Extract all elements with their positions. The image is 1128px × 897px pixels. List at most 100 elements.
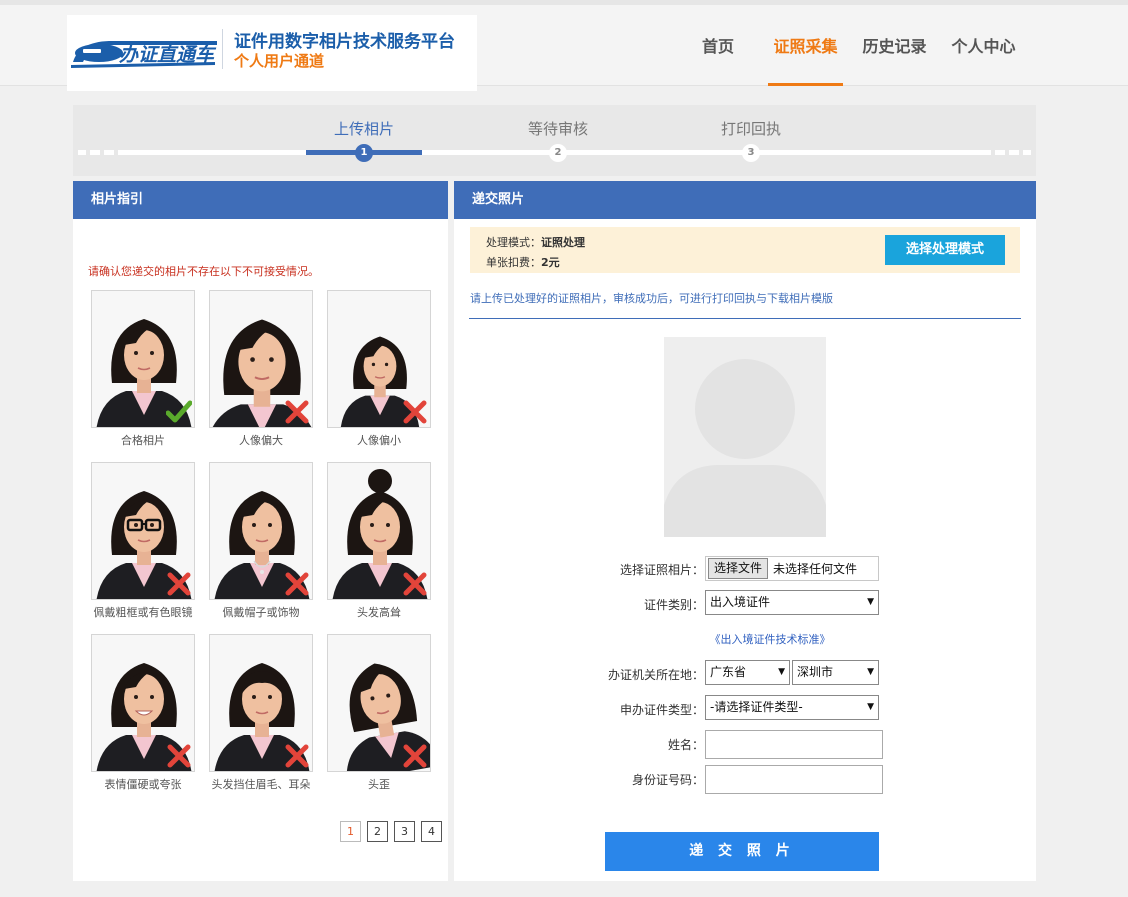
doc-type-select[interactable]: 出入境证件 ▼	[705, 590, 879, 615]
photo-preview	[664, 337, 826, 537]
chevron-down-icon: ▼	[867, 702, 874, 712]
guide-photo-card: 佩戴粗框或有色眼镜	[91, 462, 209, 622]
apply-type-label: 申办证件类型：	[619, 703, 704, 717]
submit-photo-panel: 递交照片 处理模式：证照处理 单张扣费：2元 选择处理模式 请上传已处理好的证照…	[454, 181, 1036, 881]
guide-photo-card: 佩戴帽子或饰物	[209, 462, 327, 622]
guide-photo-card: 头发挡住眉毛、耳朵	[209, 634, 327, 794]
photo-caption: 合格相片	[121, 434, 165, 447]
photo-caption: 佩戴粗框或有色眼镜	[93, 606, 193, 619]
guide-note: 请确认您递交的相片不存在以下不可接受情况。	[88, 265, 319, 278]
nav-history[interactable]: 历史记录	[857, 5, 932, 85]
guide-photo-card: 合格相片	[91, 290, 209, 450]
file-status: 未选择任何文件	[773, 562, 858, 576]
photo-file-input[interactable]: 选择文件 未选择任何文件	[705, 556, 879, 581]
step-label-review: 等待审核	[527, 120, 588, 138]
doc-type-label: 证件类别：	[643, 598, 704, 612]
cross-icon	[402, 743, 428, 769]
nav-label: 首页	[701, 37, 734, 56]
guide-photo	[327, 290, 431, 428]
guide-photo	[91, 290, 195, 428]
track-dash	[90, 150, 100, 155]
chevron-down-icon: ▼	[867, 597, 874, 607]
select-value: 出入境证件	[710, 595, 771, 609]
nav-home[interactable]: 首页	[689, 5, 747, 85]
progress-steps: 上传相片 等待审核 打印回执 1 2 3	[73, 105, 1036, 176]
track-dash	[1023, 150, 1031, 155]
mode-line: 处理模式：证照处理	[486, 234, 585, 250]
guide-photo	[91, 634, 195, 772]
nav-label: 历史记录	[862, 37, 927, 56]
fee-line: 单张扣费：2元	[486, 254, 560, 270]
select-value: 深圳市	[797, 665, 834, 679]
cross-icon	[284, 571, 310, 597]
step-number: 2	[549, 144, 567, 162]
page-button[interactable]: 4	[421, 821, 442, 842]
fee-value: 2元	[541, 256, 560, 269]
nav-personal-center[interactable]: 个人中心	[946, 5, 1021, 85]
step-number: 1	[355, 144, 373, 162]
track-dash	[104, 150, 114, 155]
brand-divider	[222, 29, 223, 69]
nav-label: 证照采集	[773, 37, 838, 56]
track-dash	[995, 150, 1005, 155]
choose-file-button[interactable]: 选择文件	[708, 558, 769, 579]
cross-icon	[166, 571, 192, 597]
name-input[interactable]	[705, 730, 883, 759]
city-select[interactable]: 深圳市 ▼	[792, 660, 879, 685]
cross-icon	[284, 743, 310, 769]
photo-caption: 人像偏小	[357, 434, 401, 447]
guide-photo	[209, 634, 313, 772]
select-value: -请选择证件类型-	[710, 700, 803, 714]
page-button[interactable]: 2	[367, 821, 388, 842]
check-icon	[166, 399, 192, 425]
chevron-down-icon: ▼	[867, 667, 874, 677]
fee-label: 单张扣费：	[486, 256, 541, 269]
guide-photo	[327, 634, 431, 772]
mode-label: 处理模式：	[486, 236, 541, 249]
guide-photo-card: 头发高耸	[327, 462, 445, 622]
divider	[469, 318, 1021, 319]
photo-caption: 佩戴帽子或饰物	[222, 606, 300, 619]
nav-label: 个人中心	[951, 37, 1016, 56]
logo[interactable]: 办证直通车	[69, 32, 219, 70]
photo-file-label: 选择证照相片：	[619, 563, 704, 577]
select-value: 广东省	[710, 665, 747, 679]
step-label-upload: 上传相片	[333, 120, 394, 138]
photo-caption: 头歪	[368, 778, 390, 791]
guide-photo	[91, 462, 195, 600]
track-dash	[78, 150, 86, 155]
photo-caption: 人像偏大	[239, 434, 283, 447]
step-label-print: 打印回执	[720, 120, 781, 138]
site-title: 证件用数字相片技术服务平台	[234, 32, 455, 52]
select-mode-button[interactable]: 选择处理模式	[885, 235, 1005, 265]
photo-caption: 头发高耸	[357, 606, 401, 619]
logo-text: 办证直通车	[119, 44, 217, 66]
page-button[interactable]: 1	[340, 821, 361, 842]
pagination: 1 2 3 4	[340, 821, 442, 842]
guide-photo-card: 表情僵硬或夸张	[91, 634, 209, 794]
cross-icon	[402, 399, 428, 425]
guide-photo-card: 人像偏小	[327, 290, 445, 450]
standard-link[interactable]: 《出入境证件技术标准》	[705, 631, 835, 647]
header: 办证直通车 证件用数字相片技术服务平台 个人用户通道 首页 证照采集 历史记录 …	[0, 0, 1128, 91]
name-label: 姓名：	[667, 738, 704, 752]
chevron-down-icon: ▼	[778, 667, 785, 677]
brand: 办证直通车 证件用数字相片技术服务平台 个人用户通道	[67, 15, 477, 91]
province-select[interactable]: 广东省 ▼	[705, 660, 790, 685]
panel-heading: 相片指引	[73, 181, 448, 219]
nav-photo-collection[interactable]: 证照采集	[768, 5, 843, 86]
cross-icon	[284, 399, 310, 425]
guide-photo	[327, 462, 431, 600]
id-number-input[interactable]	[705, 765, 883, 794]
upload-hint: 请上传已处理好的证照相片，审核成功后，可进行打印回执与下载相片模版	[470, 292, 833, 305]
page-button[interactable]: 3	[394, 821, 415, 842]
submit-photo-button[interactable]: 递 交 照 片	[605, 832, 879, 871]
photo-caption: 头发挡住眉毛、耳朵	[211, 778, 311, 791]
processing-mode-box: 处理模式：证照处理 单张扣费：2元 选择处理模式	[470, 227, 1020, 273]
cross-icon	[166, 743, 192, 769]
site-subtitle: 个人用户通道	[234, 52, 325, 70]
guide-photo-card: 人像偏大	[209, 290, 327, 450]
apply-type-select[interactable]: -请选择证件类型- ▼	[705, 695, 879, 720]
guide-photo	[209, 462, 313, 600]
track-dash	[1009, 150, 1019, 155]
